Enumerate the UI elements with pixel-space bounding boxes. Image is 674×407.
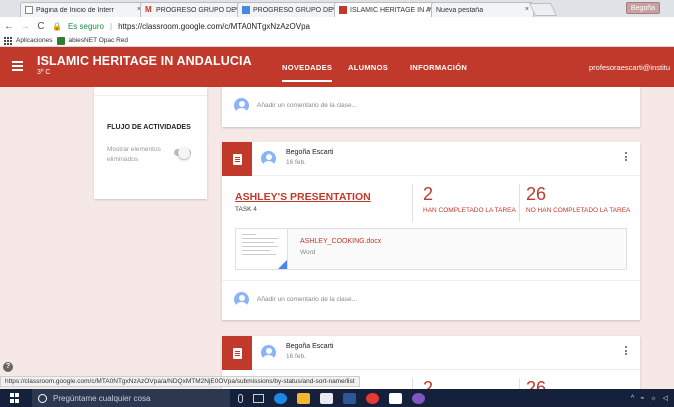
assignment-card: Begoña Escarti 16 feb. ASHLEY'S PRESENTA…	[222, 142, 640, 320]
system-tray[interactable]: ^ ⌁ ☼ ◁	[631, 394, 670, 402]
cortana-icon	[38, 393, 47, 403]
avatar	[234, 97, 249, 113]
toggle-knob	[178, 146, 190, 159]
class-title[interactable]: ISLAMIC HERITAGE IN ANDALUCIA	[37, 54, 252, 68]
more-options-icon[interactable]	[625, 152, 628, 163]
file-explorer-icon[interactable]	[297, 392, 310, 404]
help-icon[interactable]: ?	[3, 362, 13, 372]
microphone-icon[interactable]	[238, 393, 243, 403]
browser-tab[interactable]: PROGRESO GRUPO DE T ×	[237, 2, 340, 17]
assignment-title[interactable]: ASHLEY'S PRESENTATION	[235, 191, 371, 203]
show-deleted-toggle[interactable]	[174, 146, 191, 159]
comment-row[interactable]: Añadir un comentario de la clase...	[222, 280, 640, 318]
taskbar-search-placeholder: Pregúntame cualquier cosa	[53, 393, 151, 403]
menu-icon[interactable]	[12, 61, 23, 71]
windows-taskbar: Pregúntame cualquier cosa ^ ⌁ ☼ ◁	[0, 389, 674, 407]
chrome-icon[interactable]	[366, 392, 379, 404]
avatar	[261, 345, 276, 360]
attachment-card[interactable]: ASHLEY_COOKING.docx Word	[235, 228, 627, 270]
document-icon[interactable]	[389, 392, 402, 404]
app-icon[interactable]	[412, 392, 425, 404]
not-done-count[interactable]: 26	[526, 184, 546, 205]
link-status-bar: https://classroom.google.com/c/MTA0NTgxN…	[0, 376, 360, 387]
stat-divider	[412, 378, 413, 389]
assignment-subtitle: TASK 4	[235, 206, 257, 213]
comment-placeholder[interactable]: Añadir un comentario de la clase...	[257, 296, 357, 303]
abies-icon	[56, 36, 65, 45]
bookmark-abiesnet[interactable]: abiesNET Opac Red	[69, 37, 129, 44]
post-header: Begoña Escarti 16 feb.	[222, 142, 640, 176]
assignment-body: ASHLEY'S PRESENTATION TASK 4 2 HAN COMPL…	[222, 176, 640, 280]
done-count[interactable]: 2	[423, 378, 433, 389]
not-done-count[interactable]: 26	[526, 378, 546, 389]
bookmark-apps[interactable]: Aplicaciones	[16, 37, 53, 44]
comment-row[interactable]: Añadir un comentario de la clase...	[222, 87, 640, 123]
assignment-icon	[232, 153, 242, 165]
class-section: 3º C	[37, 69, 51, 76]
edge-icon[interactable]	[274, 392, 287, 404]
classroom-header: ISLAMIC HERITAGE IN ANDALUCIA 3º C NOVED…	[0, 47, 674, 87]
stat-divider	[519, 184, 520, 222]
activity-flow-card: FLUJO DE ACTIVIDADES Mostrar elementos e…	[94, 87, 207, 199]
attachment-name[interactable]: ASHLEY_COOKING.docx	[300, 238, 381, 245]
attachment-type: Word	[300, 249, 316, 256]
classroom-icon	[339, 6, 347, 14]
tab-informacion[interactable]: INFORMACIÓN	[410, 63, 467, 72]
assignment-badge	[222, 142, 252, 176]
show-deleted-label: Mostrar elementos eliminados	[107, 146, 161, 163]
taskbar-search[interactable]: Pregúntame cualquier cosa	[32, 389, 230, 407]
account-email[interactable]: profesoraescarti@institu	[589, 63, 670, 72]
docs-icon	[242, 6, 250, 14]
card-divider	[94, 95, 207, 96]
gmail-icon: M	[145, 5, 152, 14]
assignment-badge	[222, 336, 252, 370]
post-date: 16 feb.	[286, 159, 306, 166]
task-view-icon[interactable]	[253, 393, 264, 403]
word-icon[interactable]	[343, 392, 356, 404]
address-separator: |	[110, 21, 113, 31]
activity-flow-title: FLUJO DE ACTIVIDADES	[107, 124, 191, 131]
browser-tab[interactable]: M PROGRESO GRUPO DE T ×	[140, 2, 243, 17]
stat-divider	[519, 378, 520, 389]
new-tab-button[interactable]	[528, 3, 558, 16]
document-thumbnail	[236, 229, 288, 269]
reload-icon[interactable]: C	[36, 21, 46, 32]
post-author: Begoña Escarti	[286, 149, 334, 156]
back-arrow-icon[interactable]: ←	[4, 21, 14, 32]
tab-novedades[interactable]: NOVEDADES	[282, 63, 333, 82]
page-icon	[25, 6, 33, 14]
word-corner-icon	[278, 260, 287, 269]
not-done-label[interactable]: NO HAN COMPLETADO LA TAREA	[526, 207, 630, 214]
assignment-icon	[232, 347, 242, 359]
close-tab-icon[interactable]: ×	[525, 6, 529, 13]
browser-user-chip[interactable]: Begoña	[625, 2, 660, 14]
more-options-icon[interactable]	[625, 346, 628, 357]
avatar	[261, 151, 276, 166]
browser-tab[interactable]: Nueva pestaña ×	[431, 2, 534, 17]
done-label[interactable]: HAN COMPLETADO LA TAREA	[423, 207, 516, 214]
user-chip-label: Begoña	[630, 4, 655, 12]
post-author: Begoña Escarti	[286, 343, 334, 350]
bookmarks-bar: Aplicaciones abiesNET Opac Red	[0, 35, 674, 47]
done-count[interactable]: 2	[423, 184, 433, 205]
forward-arrow-icon[interactable]: →	[20, 21, 30, 32]
browser-tab[interactable]: Página de Inicio de Interr ×	[20, 2, 146, 17]
secure-label: Es seguro	[67, 21, 104, 31]
apps-grid-icon	[4, 36, 12, 45]
comment-placeholder[interactable]: Añadir un comentario de la clase...	[257, 102, 357, 109]
browser-toolbar: ← → C 🔒 Es seguro | https://classroom.go…	[0, 17, 674, 35]
post-comment-card: Añadir un comentario de la clase...	[222, 87, 640, 127]
stat-divider	[412, 184, 413, 222]
lock-icon: 🔒	[52, 21, 62, 31]
avatar	[234, 292, 249, 307]
browser-tab-strip: Página de Inicio de Interr × M PROGRESO …	[0, 0, 674, 17]
browser-tab-active[interactable]: ISLAMIC HERITAGE IN A ×	[334, 2, 437, 17]
windows-start-icon[interactable]	[10, 393, 20, 403]
store-icon[interactable]	[320, 392, 333, 404]
tab-alumnos[interactable]: ALUMNOS	[348, 63, 388, 72]
address-bar-url[interactable]: https://classroom.google.com/c/MTA0NTgxN…	[118, 22, 310, 31]
post-header: Begoña Escarti 16 feb.	[222, 336, 640, 370]
post-date: 16 feb.	[286, 353, 306, 360]
